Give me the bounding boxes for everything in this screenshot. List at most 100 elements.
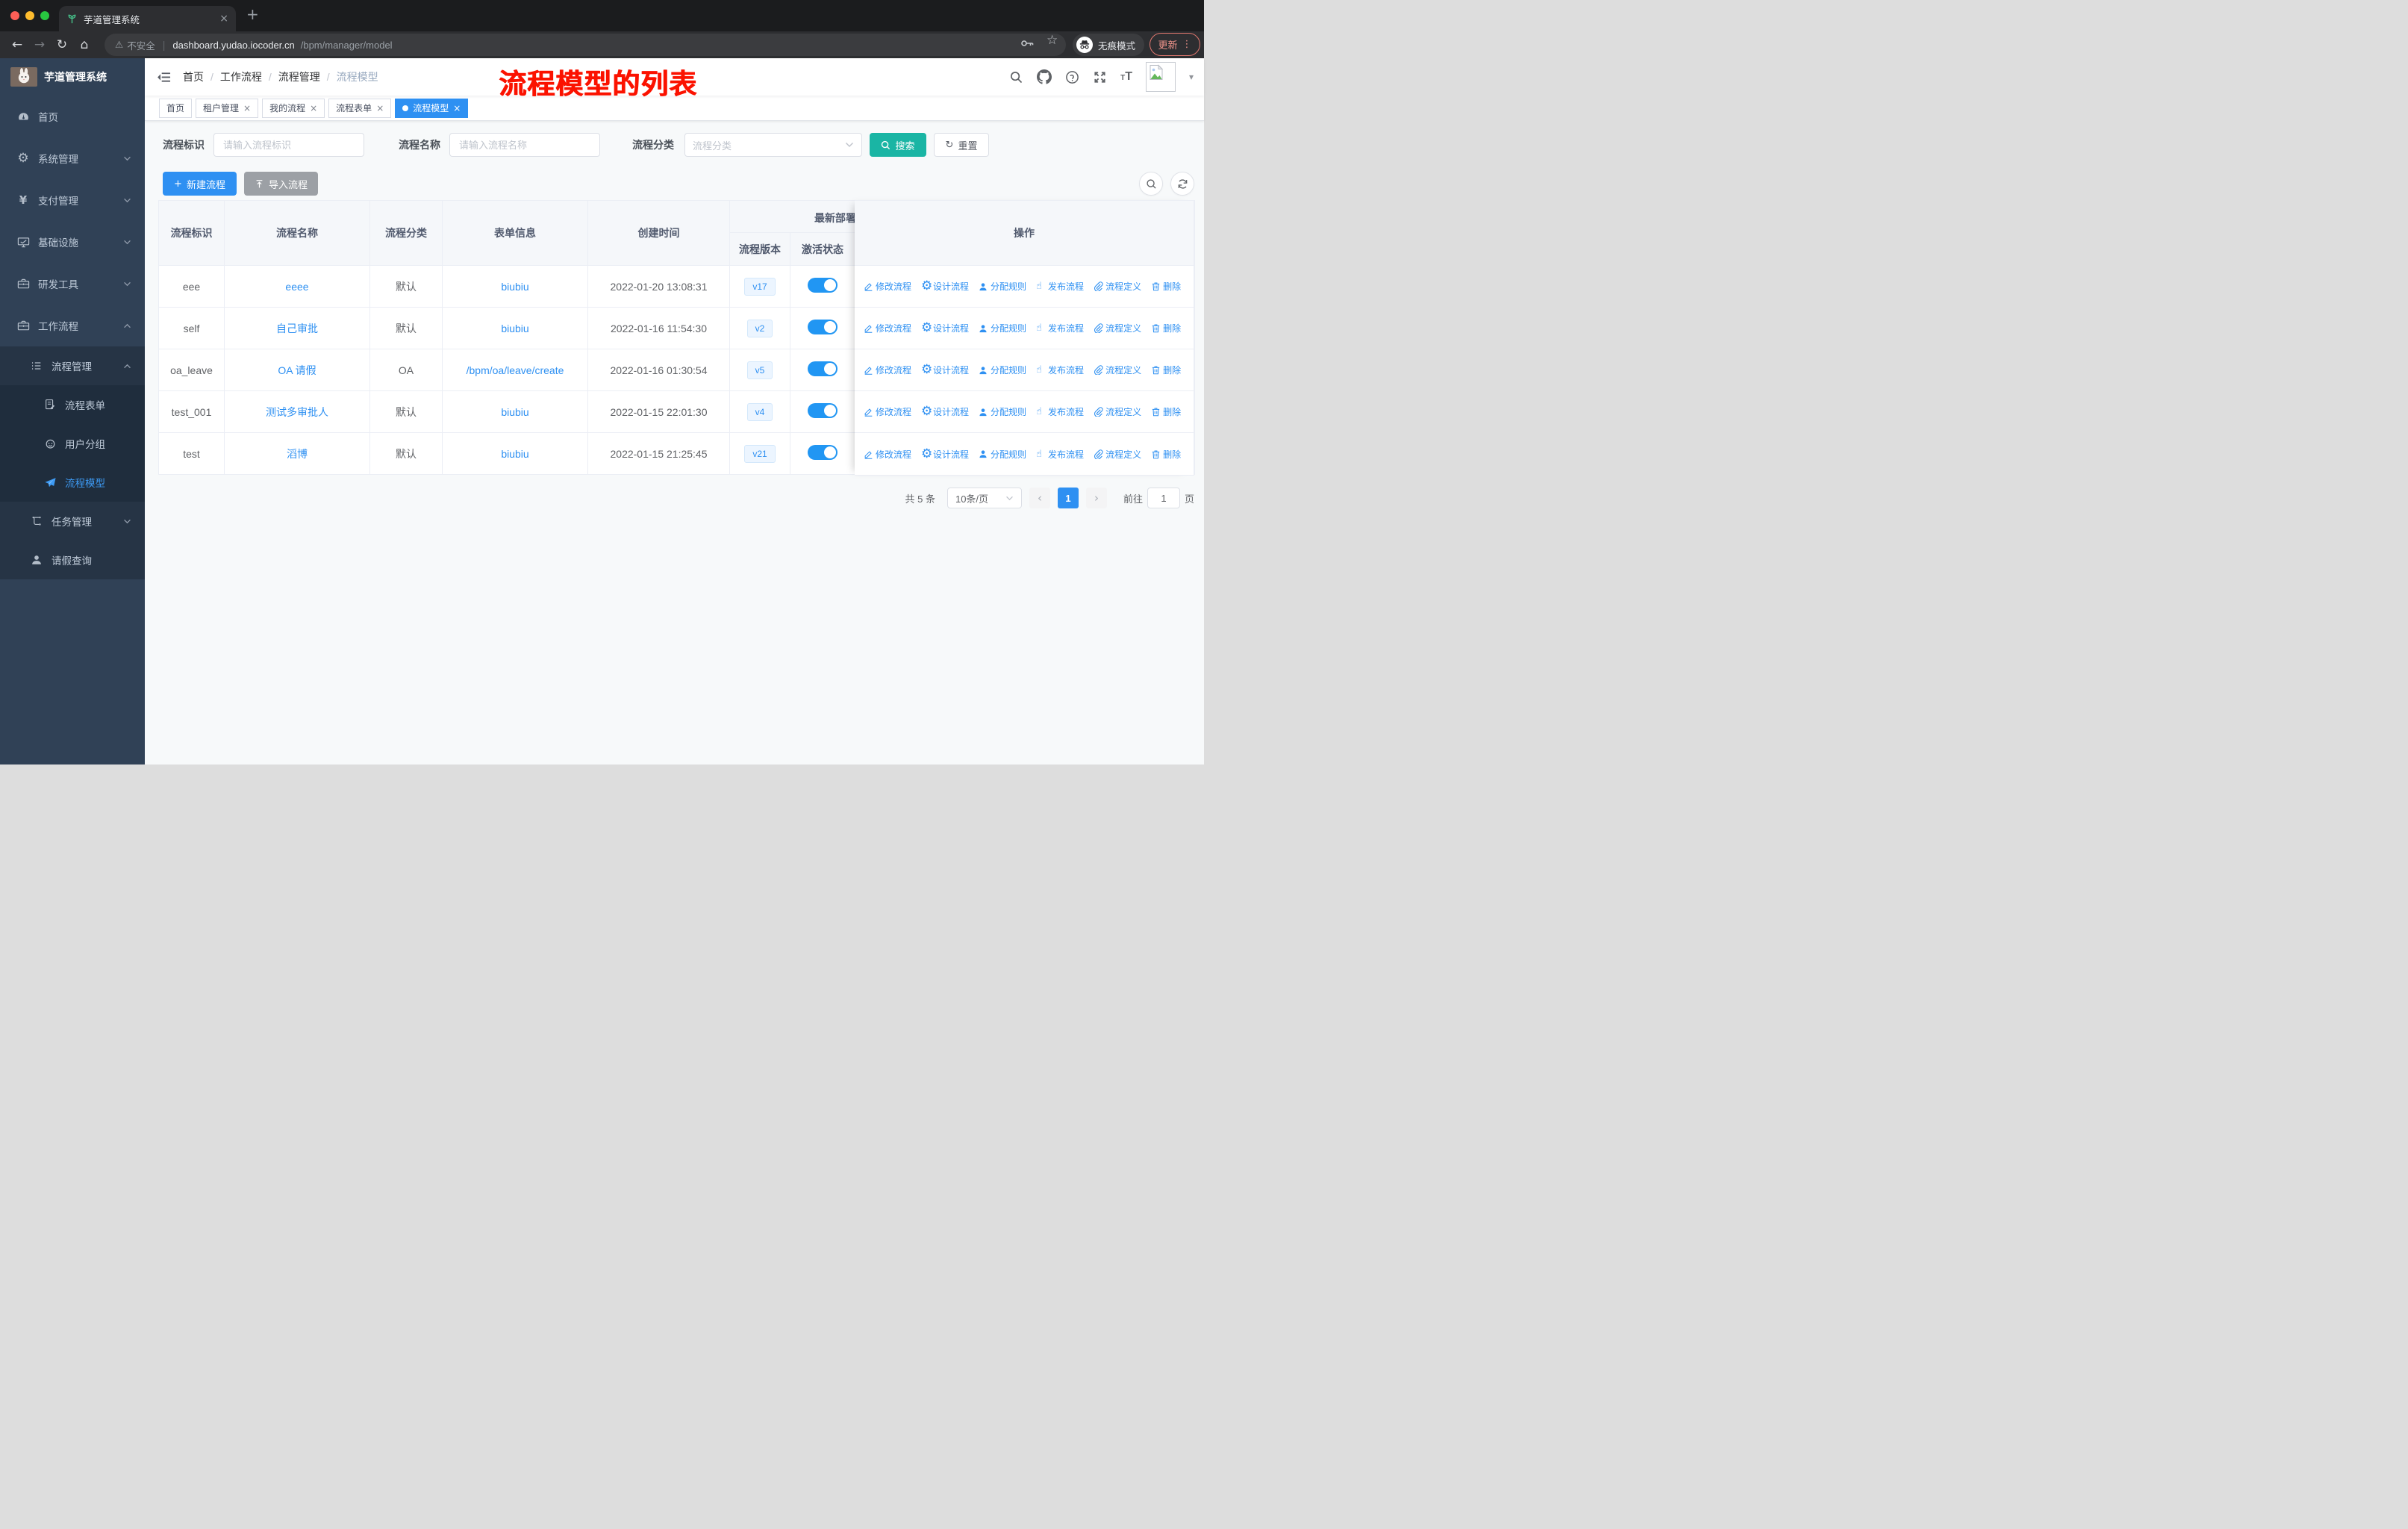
search-icon[interactable]: [1009, 70, 1023, 84]
page-size-select[interactable]: 10条/页: [946, 488, 1022, 508]
active-toggle[interactable]: [808, 278, 838, 293]
op-delete-link[interactable]: 删除: [1151, 364, 1181, 376]
url-bar[interactable]: ⚠ 不安全 | dashboard.yudao.iocoder.cn/bpm/m…: [105, 34, 1066, 56]
back-button[interactable]: ←: [6, 38, 28, 52]
op-assign-link[interactable]: 分配规则: [979, 322, 1026, 334]
tab-tenant[interactable]: 租户管理 ×: [196, 98, 259, 118]
tab-my-process[interactable]: 我的流程 ×: [262, 98, 325, 118]
reset-button[interactable]: ↻ 重置: [934, 133, 989, 157]
op-assign-link[interactable]: 分配规则: [979, 280, 1026, 293]
close-icon[interactable]: ×: [376, 104, 384, 113]
op-delete-link[interactable]: 删除: [1151, 405, 1181, 418]
toggle-search-button[interactable]: [1139, 172, 1163, 196]
process-name-link[interactable]: OA 请假: [278, 364, 316, 376]
help-icon[interactable]: [1065, 70, 1079, 84]
key-icon[interactable]: [1020, 36, 1035, 51]
close-icon[interactable]: ×: [453, 104, 461, 113]
op-modify-link[interactable]: 修改流程: [864, 280, 911, 293]
sidebar-item-process-form[interactable]: 流程表单: [0, 385, 145, 424]
op-definition-link[interactable]: 流程定义: [1094, 448, 1141, 461]
form-info-link[interactable]: biubiu: [501, 406, 528, 418]
form-info-link[interactable]: biubiu: [501, 448, 528, 460]
goto-page-input[interactable]: [1147, 488, 1180, 508]
minimize-window-button[interactable]: [25, 11, 34, 20]
process-name-link[interactable]: 自己审批: [276, 323, 318, 334]
new-tab-button[interactable]: +: [246, 7, 259, 22]
sidebar-item-process-model[interactable]: 流程模型: [0, 463, 145, 502]
filter-name-input[interactable]: [449, 133, 600, 157]
avatar[interactable]: [1145, 62, 1176, 92]
active-toggle[interactable]: [808, 361, 838, 376]
create-process-button[interactable]: + 新建流程: [163, 172, 237, 196]
op-modify-link[interactable]: 修改流程: [864, 448, 911, 461]
breadcrumb-process-mgmt[interactable]: 流程管理: [278, 69, 320, 84]
op-delete-link[interactable]: 删除: [1151, 322, 1181, 334]
op-publish-link[interactable]: ☝ 发布流程: [1036, 405, 1084, 418]
prev-page-button[interactable]: ‹: [1029, 488, 1050, 508]
sidebar-item-leave-query[interactable]: 请假查询: [0, 541, 145, 579]
security-warning[interactable]: ⚠ 不安全: [115, 38, 155, 52]
op-publish-link[interactable]: ☝ 发布流程: [1036, 322, 1084, 334]
github-icon[interactable]: [1037, 69, 1052, 84]
avatar-caret-icon[interactable]: ▾: [1189, 72, 1194, 81]
form-info-link[interactable]: /bpm/oa/leave/create: [467, 364, 564, 376]
refresh-table-button[interactable]: [1170, 172, 1194, 196]
process-name-link[interactable]: 测试多审批人: [266, 406, 328, 418]
zoom-window-button[interactable]: [40, 11, 49, 20]
home-button[interactable]: ⌂: [73, 38, 96, 52]
next-page-button[interactable]: ›: [1085, 488, 1107, 508]
sidebar-item-user-group[interactable]: 用户分组: [0, 424, 145, 463]
op-publish-link[interactable]: ☝ 发布流程: [1036, 448, 1084, 461]
sidebar-item-home[interactable]: 首页: [0, 96, 145, 137]
op-design-link[interactable]: ⚙ 设计流程: [921, 364, 969, 376]
op-definition-link[interactable]: 流程定义: [1094, 364, 1141, 376]
op-publish-link[interactable]: ☝ 发布流程: [1036, 364, 1084, 376]
op-modify-link[interactable]: 修改流程: [864, 405, 911, 418]
close-icon[interactable]: ×: [310, 104, 317, 113]
op-design-link[interactable]: ⚙ 设计流程: [921, 280, 969, 293]
op-design-link[interactable]: ⚙ 设计流程: [921, 447, 969, 461]
op-assign-link[interactable]: 分配规则: [979, 448, 1026, 461]
form-info-link[interactable]: biubiu: [501, 323, 528, 334]
active-toggle[interactable]: [808, 320, 838, 334]
active-toggle[interactable]: [808, 445, 838, 460]
sidebar-item-system[interactable]: ⚙ 系统管理: [0, 137, 145, 179]
sidebar-item-task-mgmt[interactable]: 任务管理: [0, 502, 145, 541]
op-definition-link[interactable]: 流程定义: [1094, 280, 1141, 293]
op-modify-link[interactable]: 修改流程: [864, 364, 911, 376]
sidebar-item-devtools[interactable]: 研发工具: [0, 263, 145, 305]
search-button[interactable]: 搜索: [870, 133, 926, 157]
sidebar-item-process-mgmt[interactable]: 流程管理: [0, 346, 145, 385]
sidebar-item-workflow[interactable]: 工作流程: [0, 305, 145, 346]
op-assign-link[interactable]: 分配规则: [979, 364, 1026, 376]
close-icon[interactable]: ×: [243, 104, 251, 113]
op-design-link[interactable]: ⚙ 设计流程: [921, 405, 969, 418]
op-design-link[interactable]: ⚙ 设计流程: [921, 322, 969, 334]
tab-process-model[interactable]: 流程模型 ×: [395, 98, 469, 118]
op-modify-link[interactable]: 修改流程: [864, 322, 911, 334]
form-info-link[interactable]: biubiu: [501, 281, 528, 293]
page-1-button[interactable]: 1: [1057, 488, 1079, 508]
filter-key-input[interactable]: [213, 133, 364, 157]
op-publish-link[interactable]: ☝ 发布流程: [1036, 280, 1084, 293]
tab-home[interactable]: 首页: [159, 98, 193, 118]
process-name-link[interactable]: eeee: [285, 281, 308, 293]
active-toggle[interactable]: [808, 403, 838, 418]
forward-button[interactable]: →: [28, 38, 51, 52]
sidebar-item-payment[interactable]: ¥ 支付管理: [0, 179, 145, 221]
breadcrumb-workflow[interactable]: 工作流程: [220, 69, 262, 84]
op-delete-link[interactable]: 删除: [1151, 280, 1181, 293]
process-name-link[interactable]: 滔博: [287, 448, 308, 460]
sidebar-collapse-icon[interactable]: [157, 70, 171, 84]
reload-button[interactable]: ↻: [51, 38, 73, 52]
browser-menu-icon[interactable]: ⋮: [1182, 40, 1192, 49]
bookmark-star-icon[interactable]: ☆: [1047, 34, 1058, 47]
update-button[interactable]: 更新 ⋮: [1150, 33, 1200, 56]
tab-close-icon[interactable]: ×: [219, 13, 228, 24]
import-process-button[interactable]: 导入流程: [244, 172, 318, 196]
op-assign-link[interactable]: 分配规则: [979, 405, 1026, 418]
filter-category-select[interactable]: 流程分类: [684, 133, 862, 157]
fullscreen-icon[interactable]: [1093, 70, 1107, 84]
browser-tab[interactable]: 芋道管理系统 ×: [59, 6, 236, 31]
breadcrumb-home[interactable]: 首页: [183, 69, 204, 84]
